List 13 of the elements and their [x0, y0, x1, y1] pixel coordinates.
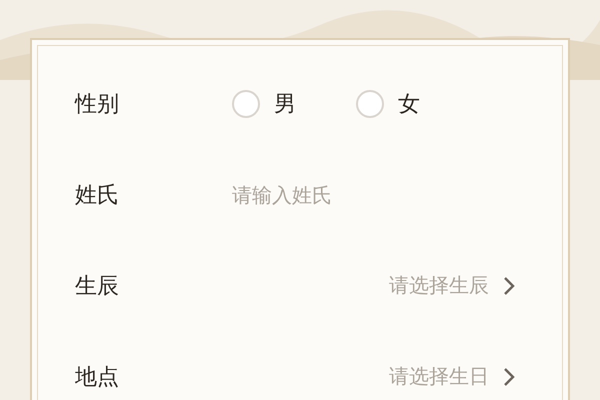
- field-label: 地点: [75, 364, 120, 392]
- input-field[interactable]: 请输入姓氏: [232, 182, 515, 206]
- field-label: 姓氏: [75, 182, 120, 210]
- option-label: 男: [274, 90, 296, 118]
- radio-icon[interactable]: [356, 90, 384, 118]
- chevron-right-icon: [503, 366, 515, 386]
- field-label: 生辰: [75, 272, 120, 300]
- chevron-right-icon: [503, 276, 515, 296]
- gender-option[interactable]: 女: [356, 88, 420, 118]
- field-label: 性别: [75, 90, 120, 118]
- radio-icon[interactable]: [232, 90, 260, 118]
- option-label: 女: [398, 90, 420, 118]
- gender-option[interactable]: 男: [232, 88, 296, 118]
